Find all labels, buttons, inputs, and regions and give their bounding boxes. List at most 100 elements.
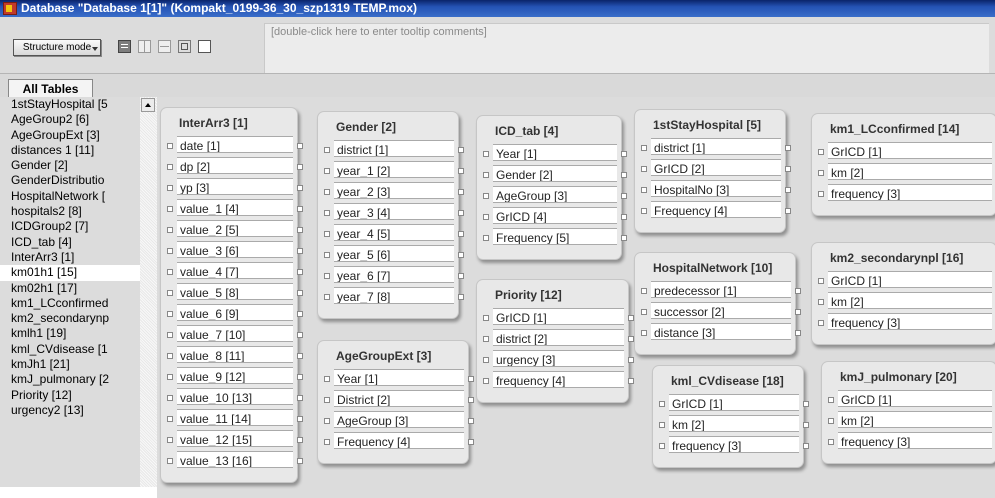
list-item[interactable]: Priority [12] [0, 388, 140, 403]
link-port-right-icon[interactable] [458, 189, 464, 195]
table-box[interactable]: kml_CVdisease [18] GrICD [1] km [2] frequen… [652, 365, 809, 468]
field-row[interactable]: value_13 [16] [167, 451, 303, 470]
link-port-left-icon[interactable] [818, 191, 824, 197]
link-port-right-icon[interactable] [297, 164, 303, 170]
link-port-left-icon[interactable] [167, 206, 173, 212]
field-row[interactable]: value_8 [11] [167, 346, 303, 365]
list-item[interactable]: kmJ_pulmonary [2 [0, 372, 140, 387]
horizontal-split-icon[interactable] [158, 40, 171, 53]
link-port-left-icon[interactable] [483, 235, 489, 241]
field-row[interactable]: km [2] [659, 415, 809, 434]
link-port-right-icon[interactable] [621, 235, 627, 241]
field-row[interactable]: year_5 [6] [324, 245, 464, 264]
field-row[interactable]: year_6 [7] [324, 266, 464, 285]
link-port-left-icon[interactable] [483, 193, 489, 199]
link-port-left-icon[interactable] [324, 252, 330, 258]
link-port-left-icon[interactable] [324, 231, 330, 237]
list-item[interactable]: AgeGroup2 [6] [0, 112, 140, 127]
table-box[interactable]: Priority [12] GrICD [1] district [2] urgenc… [476, 279, 634, 403]
link-port-left-icon[interactable] [167, 164, 173, 170]
link-port-right-icon[interactable] [795, 309, 801, 315]
link-port-right-icon[interactable] [458, 231, 464, 237]
link-port-right-icon[interactable] [621, 193, 627, 199]
table-box[interactable]: km1_LCconfirmed [14] GrICD [1] km [2] frequ… [811, 113, 995, 216]
table-view-icon[interactable] [118, 40, 131, 53]
link-port-left-icon[interactable] [324, 439, 330, 445]
link-port-left-icon[interactable] [483, 151, 489, 157]
link-port-left-icon[interactable] [167, 458, 173, 464]
link-port-right-icon[interactable] [297, 206, 303, 212]
link-port-left-icon[interactable] [324, 397, 330, 403]
link-port-left-icon[interactable] [483, 315, 489, 321]
field-row[interactable]: GrICD [1] [818, 271, 995, 290]
field-row[interactable]: urgency [3] [483, 350, 634, 369]
field-row[interactable]: Frequency [4] [641, 201, 791, 220]
link-port-left-icon[interactable] [167, 269, 173, 275]
link-port-left-icon[interactable] [659, 422, 665, 428]
link-port-left-icon[interactable] [324, 168, 330, 174]
link-port-right-icon[interactable] [297, 332, 303, 338]
link-port-right-icon[interactable] [803, 401, 809, 407]
link-port-right-icon[interactable] [468, 376, 474, 382]
link-port-left-icon[interactable] [483, 378, 489, 384]
structure-canvas[interactable]: InterArr3 [1] date [1] dp [2] yp [3] value_1… [157, 97, 995, 498]
field-row[interactable]: value_6 [9] [167, 304, 303, 323]
list-item[interactable]: kmlh1 [19] [0, 326, 140, 341]
table-box[interactable]: ICD_tab [4] Year [1] Gender [2] AgeGroup [3… [476, 115, 627, 260]
list-item[interactable]: km02h1 [17] [0, 281, 140, 296]
field-row[interactable]: date [1] [167, 136, 303, 155]
link-port-right-icon[interactable] [297, 437, 303, 443]
link-port-right-icon[interactable] [297, 269, 303, 275]
field-row[interactable]: year_7 [8] [324, 287, 464, 306]
link-port-right-icon[interactable] [458, 210, 464, 216]
field-row[interactable]: GrICD [1] [483, 308, 634, 327]
list-item[interactable]: AgeGroupExt [3] [0, 128, 140, 143]
link-port-left-icon[interactable] [167, 311, 173, 317]
link-port-right-icon[interactable] [785, 145, 791, 151]
link-port-right-icon[interactable] [621, 214, 627, 220]
field-row[interactable]: predecessor [1] [641, 281, 801, 300]
link-port-left-icon[interactable] [167, 374, 173, 380]
link-port-left-icon[interactable] [324, 418, 330, 424]
link-port-right-icon[interactable] [628, 357, 634, 363]
blank-page-icon[interactable] [198, 40, 211, 53]
link-port-right-icon[interactable] [458, 168, 464, 174]
link-port-right-icon[interactable] [795, 330, 801, 336]
link-port-left-icon[interactable] [818, 320, 824, 326]
link-port-left-icon[interactable] [659, 443, 665, 449]
field-row[interactable]: year_3 [4] [324, 203, 464, 222]
link-port-right-icon[interactable] [297, 458, 303, 464]
link-port-right-icon[interactable] [297, 311, 303, 317]
link-port-right-icon[interactable] [785, 187, 791, 193]
field-row[interactable]: AgeGroup [3] [324, 411, 474, 430]
link-port-left-icon[interactable] [483, 172, 489, 178]
field-row[interactable]: value_12 [15] [167, 430, 303, 449]
list-scrollbar[interactable] [140, 97, 157, 487]
list-item[interactable]: distances 1 [11] [0, 143, 140, 158]
link-port-left-icon[interactable] [167, 290, 173, 296]
tab-all-tables[interactable]: All Tables [8, 79, 93, 98]
table-list[interactable]: 1stStayHospital [5 AgeGroup2 [6] AgeGroupE… [0, 97, 140, 487]
field-row[interactable]: frequency [3] [828, 432, 995, 451]
field-row[interactable]: value_5 [8] [167, 283, 303, 302]
list-item[interactable]: ICDGroup2 [7] [0, 219, 140, 234]
field-row[interactable]: GrICD [4] [483, 207, 627, 226]
field-row[interactable]: district [1] [324, 140, 464, 159]
list-item[interactable]: km1_LCconfirmed [0, 296, 140, 311]
field-row[interactable]: year_4 [5] [324, 224, 464, 243]
list-item[interactable]: GenderDistributio [0, 173, 140, 188]
link-port-left-icon[interactable] [641, 166, 647, 172]
link-port-left-icon[interactable] [828, 439, 834, 445]
tooltip-comments-area[interactable]: [double-click here to enter tooltip comm… [264, 23, 989, 73]
field-row[interactable]: HospitalNo [3] [641, 180, 791, 199]
field-row[interactable]: district [2] [483, 329, 634, 348]
link-port-left-icon[interactable] [324, 210, 330, 216]
field-row[interactable]: distance [3] [641, 323, 801, 342]
link-port-right-icon[interactable] [621, 172, 627, 178]
link-port-left-icon[interactable] [167, 437, 173, 443]
field-row[interactable]: District [2] [324, 390, 474, 409]
structure-mode-dropdown[interactable]: Structure mode [13, 39, 101, 56]
link-port-right-icon[interactable] [628, 378, 634, 384]
link-port-left-icon[interactable] [828, 397, 834, 403]
table-box[interactable]: kmJ_pulmonary [20] GrICD [1] km [2] frequen… [821, 361, 995, 464]
